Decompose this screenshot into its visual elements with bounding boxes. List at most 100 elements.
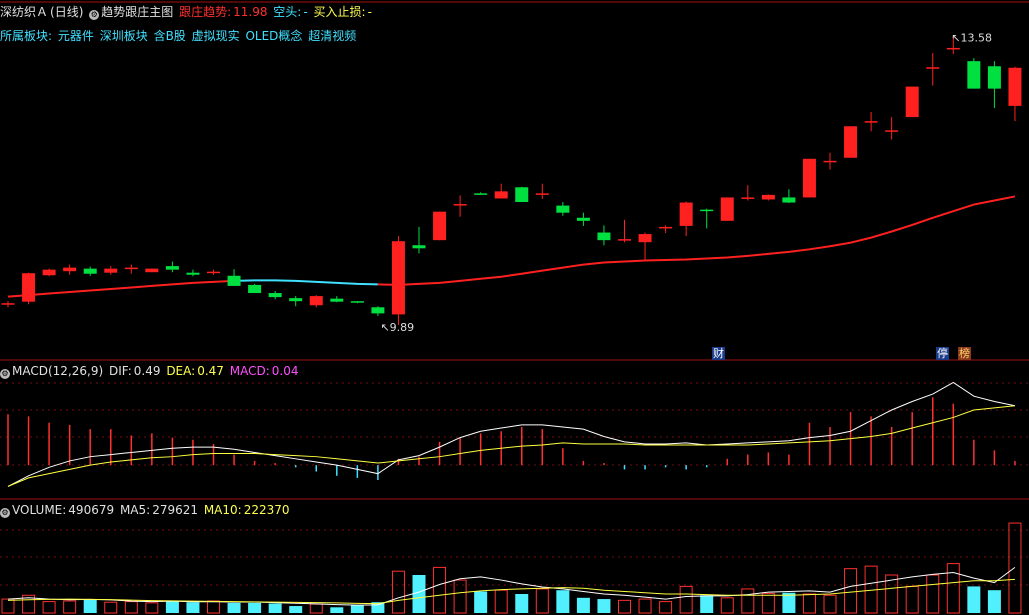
stoploss-value: - <box>367 5 372 19</box>
macd-name[interactable]: MACD(12,26,9) <box>12 364 103 378</box>
candle-body <box>967 61 981 89</box>
candle-body <box>145 268 159 273</box>
low-price-label: ↖9.89 <box>380 321 414 334</box>
dif-label: DIF: <box>108 364 132 378</box>
dea-line <box>7 405 1016 487</box>
volume-bar <box>823 594 837 614</box>
macd-value: 0.04 <box>271 364 299 378</box>
candle-body <box>905 86 919 118</box>
volume-bar <box>802 593 816 614</box>
volume-bar <box>659 601 673 614</box>
dif-line <box>7 381 1016 487</box>
candle-body <box>823 160 837 163</box>
chart-canvas: ↖13.58 ↖9.89 <box>0 1 1029 614</box>
candle-body <box>659 226 673 229</box>
candle-body <box>844 126 858 158</box>
volume-bar <box>720 597 734 614</box>
volume-ma10-line <box>7 578 1015 605</box>
sector-item[interactable]: 含B股 <box>154 29 186 43</box>
volume-bar <box>741 588 755 614</box>
volume-bar <box>638 598 652 614</box>
sector-item[interactable]: 元器件 <box>58 29 94 43</box>
macd-header: ⚙ MACD(12,26,9) DIF: 0.49 DEA: 0.47 MACD: 0.… <box>0 363 300 379</box>
trend-value: 11.98 <box>233 5 268 19</box>
volume-bar <box>597 599 611 613</box>
candle-body <box>679 202 693 226</box>
halt-marker[interactable]: 停 <box>936 347 949 360</box>
candle-body <box>63 267 77 272</box>
candle-body <box>248 284 262 294</box>
volume-bar <box>474 591 488 613</box>
candle-body <box>412 245 426 249</box>
sector-label: 所属板块: <box>0 29 53 43</box>
volume-bar <box>289 606 303 613</box>
candle-body <box>720 197 734 221</box>
candle-body <box>104 268 118 273</box>
candle-body <box>371 307 385 314</box>
volume-bar <box>145 602 159 614</box>
sector-item[interactable]: 虚拟现实 <box>192 29 240 43</box>
trend-line <box>377 195 1016 286</box>
candle-body <box>330 298 344 302</box>
volume-name[interactable]: VOLUME: <box>12 503 66 517</box>
volume-settings-icon[interactable]: ⚙ <box>0 508 10 518</box>
volume-bar <box>83 599 97 613</box>
volume-bar <box>761 592 775 614</box>
candle-body <box>741 197 755 199</box>
candle-body <box>987 66 1001 89</box>
volume-bar <box>391 570 405 614</box>
candle-body <box>700 209 714 212</box>
candle-body <box>42 269 56 276</box>
sector-row: 所属板块: 元器件 深圳板块 含B股 虚拟现实 OLED概念 超清视频 <box>0 28 358 44</box>
candle-body <box>22 273 36 302</box>
volume-bar <box>412 575 426 613</box>
ma10-value: 222370 <box>243 503 290 517</box>
dea-label: DEA: <box>166 364 196 378</box>
volume-bar <box>165 600 179 613</box>
dea-value: 0.47 <box>197 364 224 378</box>
volume-bar <box>926 574 940 614</box>
ranking-marker[interactable]: 榜 <box>958 347 971 360</box>
candle-body <box>782 197 796 203</box>
candle-body <box>535 193 549 195</box>
sector-item[interactable]: 超清视频 <box>308 29 356 43</box>
candle-body <box>227 275 241 286</box>
stock-name[interactable]: 深纺织Ａ <box>0 5 48 19</box>
candle-body <box>515 187 529 203</box>
sector-item[interactable]: 深圳板块 <box>100 29 148 43</box>
period-label[interactable]: (日线) <box>50 5 83 19</box>
candle-body <box>802 158 816 198</box>
sector-item[interactable]: OLED概念 <box>245 29 302 43</box>
indicator-name[interactable]: 趋势跟庄主图 <box>101 5 173 19</box>
volume-bar <box>248 602 262 613</box>
candle-body <box>289 298 303 302</box>
candle-body <box>165 266 179 270</box>
macd-label: MACD: <box>229 364 270 378</box>
settings-icon[interactable]: ⚙ <box>89 10 100 20</box>
volume-bar <box>330 607 344 613</box>
volume-bar <box>515 594 529 613</box>
finance-marker[interactable]: 财 <box>712 347 725 360</box>
volume-bar <box>905 585 919 614</box>
trend-line <box>234 279 378 286</box>
candle-body <box>638 234 652 243</box>
volume-bar <box>124 601 138 614</box>
volume-bar <box>104 601 118 614</box>
candle-body <box>946 47 960 50</box>
candle-body <box>597 232 611 241</box>
candle-body <box>864 121 878 123</box>
ma5-value: 279621 <box>152 503 198 517</box>
volume-bar <box>576 597 590 613</box>
volume-bar <box>700 595 714 613</box>
candle-body <box>1008 67 1022 106</box>
volume-bar <box>42 601 56 614</box>
volume-bar <box>987 590 1001 613</box>
high-price-label: ↖13.58 <box>951 31 992 44</box>
macd-settings-icon[interactable]: ⚙ <box>0 369 10 379</box>
candle-body <box>556 205 570 213</box>
candle-body <box>83 268 97 274</box>
volume-ma5-line <box>7 566 1016 606</box>
candle-body <box>761 194 775 200</box>
short-label: 空头: <box>273 5 302 19</box>
volume-bar <box>494 589 508 614</box>
